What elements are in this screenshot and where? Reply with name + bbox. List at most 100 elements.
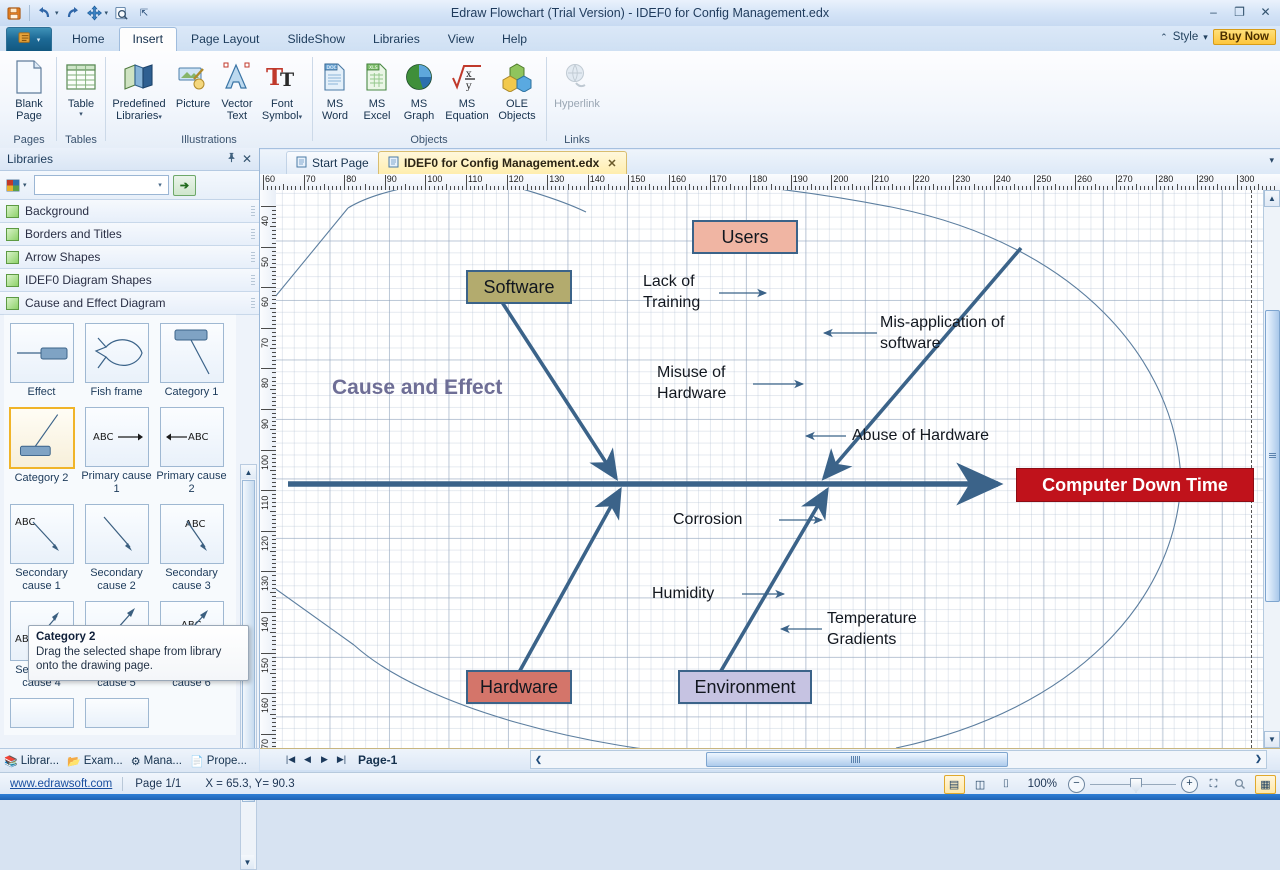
collapse-ribbon-icon[interactable]: ⌃: [1160, 32, 1168, 43]
category-box-hardware[interactable]: Hardware: [466, 670, 572, 704]
library-category-background[interactable]: Background: [0, 200, 259, 223]
ribbon-tab-view[interactable]: View: [434, 27, 488, 51]
first-page-button[interactable]: |◀: [282, 751, 299, 768]
font-symbol-dropdown-icon[interactable]: ▾: [299, 114, 303, 121]
drawing-canvas[interactable]: Cause and Effect Software Users Hardware…: [276, 190, 1264, 748]
vector-text-button[interactable]: Vector Text: [216, 55, 258, 122]
minimize-button[interactable]: –: [1205, 4, 1222, 19]
presentation-view-button[interactable]: ⌷: [996, 775, 1017, 794]
close-icon[interactable]: ✕: [239, 152, 255, 166]
ribbon-tab-slideshow[interactable]: SlideShow: [273, 27, 359, 51]
library-chooser-icon[interactable]: ▾: [6, 176, 30, 195]
undo-dropdown-icon[interactable]: ▾: [55, 9, 59, 17]
shape-item-effect[interactable]: Effect: [4, 315, 79, 399]
category-bone-hardware[interactable]: [515, 486, 622, 677]
predefined-libraries-button[interactable]: Predefined Libraries▾: [108, 55, 170, 124]
zoom-in-button[interactable]: +: [1181, 775, 1198, 793]
ribbon-tab-help[interactable]: Help: [488, 27, 541, 51]
shape-item-secondary-cause-2[interactable]: Secondary cause 2: [79, 496, 154, 593]
close-button[interactable]: ✕: [1257, 4, 1274, 19]
font-symbol-button[interactable]: TT Font Symbol▾: [258, 55, 306, 124]
zoom-slider-thumb[interactable]: [1130, 777, 1142, 793]
hscroll-left-icon[interactable]: ❮: [531, 752, 546, 767]
library-category-idef0-diagram-shapes[interactable]: IDEF0 Diagram Shapes: [0, 269, 259, 292]
search-input-wrapper[interactable]: ▾: [34, 175, 169, 195]
shape-item-secondary-cause-3[interactable]: ABC Secondary cause 3: [154, 496, 229, 593]
shape-item-primary-cause-2[interactable]: ABC Primary cause 2: [154, 399, 229, 496]
canvas-vertical-scrollbar[interactable]: ▲ ▼: [1263, 190, 1280, 748]
scroll-up-icon[interactable]: ▲: [241, 465, 256, 479]
edrawsoft-website-link[interactable]: www.edrawsoft.com: [0, 778, 122, 790]
save-icon[interactable]: [4, 3, 24, 23]
ribbon-tab-page-layout[interactable]: Page Layout: [177, 27, 273, 51]
ribbon-tab-home[interactable]: Home: [58, 27, 119, 51]
shape-item-partial-1[interactable]: [4, 690, 79, 728]
library-category-borders-and-titles[interactable]: Borders and Titles: [0, 223, 259, 246]
application-menu-button[interactable]: ▾: [6, 27, 52, 53]
page-tab-page-1[interactable]: Page-1: [350, 753, 405, 767]
diagram-title[interactable]: Cause and Effect: [332, 376, 502, 400]
search-dropdown-icon[interactable]: ▾: [152, 181, 168, 189]
zoom-slider-track[interactable]: [1090, 777, 1176, 793]
hscroll-right-icon[interactable]: ❯: [1251, 751, 1266, 766]
ole-objects-button[interactable]: OLE Objects: [494, 55, 540, 122]
bottom-tab-manage[interactable]: ⚙ Mana...: [127, 749, 186, 773]
pin-icon[interactable]: [223, 152, 239, 166]
zoom-icon[interactable]: [111, 3, 131, 23]
buy-now-button[interactable]: Buy Now: [1212, 29, 1276, 45]
category-bone-software[interactable]: [496, 295, 618, 482]
redo-icon[interactable]: [62, 3, 82, 23]
table-dropdown-icon[interactable]: ▾: [79, 110, 83, 118]
document-tab-close-icon[interactable]: ✕: [607, 157, 616, 170]
shape-item-primary-cause-1[interactable]: ABC Primary cause 1: [79, 399, 154, 496]
ms-word-button[interactable]: DOC MS Word: [314, 55, 356, 122]
normal-view-button[interactable]: ▤: [943, 774, 965, 794]
table-button[interactable]: Table ▾: [58, 55, 104, 118]
predefined-libraries-dropdown-icon[interactable]: ▾: [158, 114, 162, 121]
cause-label-corrosion[interactable]: Corrosion: [673, 509, 778, 530]
canvas-scroll-up-icon[interactable]: ▲: [1264, 190, 1280, 207]
document-tab-overflow-icon[interactable]: ▾: [1269, 155, 1274, 166]
document-tab-start-page[interactable]: Start Page: [286, 151, 379, 174]
shape-item-secondary-cause-1[interactable]: ABC Secondary cause 1: [4, 496, 79, 593]
cause-label-temperature-gradients[interactable]: Temperature Gradients: [827, 608, 947, 650]
qat-customize-icon[interactable]: ⇱: [134, 3, 154, 23]
bottom-tab-libraries[interactable]: 📚 Librar...: [0, 749, 63, 773]
shape-item-category-2[interactable]: Category 2: [4, 399, 79, 496]
style-dropdown-icon[interactable]: ▾: [1203, 32, 1208, 43]
bottom-tab-properties[interactable]: 📄 Prope...: [186, 749, 251, 773]
picture-button[interactable]: Picture: [170, 55, 216, 110]
cause-label-lack-of-training[interactable]: Lack of Training: [643, 271, 723, 313]
move-dropdown-icon[interactable]: ▾: [105, 9, 109, 17]
ribbon-tab-insert[interactable]: Insert: [118, 27, 177, 51]
horizontal-ruler[interactable]: 60 70 80 90 100 110 120 130 140 150 160 170 180 190 20…: [260, 174, 1280, 191]
canvas-horizontal-scrollbar[interactable]: ❮ ❯: [530, 750, 1267, 769]
cause-label-abuse-of-hardware[interactable]: Abuse of Hardware: [852, 425, 1032, 446]
effect-box-computer-down-time[interactable]: Computer Down Time: [1016, 468, 1254, 502]
ms-graph-button[interactable]: MS Graph: [398, 55, 440, 122]
canvas-vscroll-thumb[interactable]: [1265, 310, 1280, 602]
blank-page-button[interactable]: Blank Page: [2, 55, 56, 122]
category-box-users[interactable]: Users: [692, 220, 798, 254]
shape-item-fish-frame[interactable]: Fish frame: [79, 315, 154, 399]
style-menu-label[interactable]: Style: [1173, 31, 1199, 43]
search-go-button[interactable]: ➔: [173, 174, 196, 196]
prev-page-button[interactable]: ◀: [299, 751, 316, 768]
fit-page-button[interactable]: ⛶: [1203, 775, 1224, 794]
shape-item-category-1[interactable]: Category 1: [154, 315, 229, 399]
scroll-down-icon[interactable]: ▼: [241, 855, 254, 869]
vertical-ruler[interactable]: 40 50 60 70 80 90 100 110 120 130 140 150 160 170: [260, 190, 277, 748]
cause-label-mis-application-of-software[interactable]: Mis-application of software: [880, 312, 1025, 354]
hscroll-thumb[interactable]: [706, 752, 1008, 767]
canvas-scroll-down-icon[interactable]: ▼: [1264, 731, 1280, 748]
bottom-tab-examples[interactable]: 📂 Exam...: [63, 749, 127, 773]
next-page-button[interactable]: ▶: [316, 751, 333, 768]
zoom-region-button[interactable]: [1229, 775, 1250, 794]
ms-excel-button[interactable]: XLS MS Excel: [356, 55, 398, 122]
last-page-button[interactable]: ▶|: [333, 751, 350, 768]
search-input[interactable]: [35, 176, 152, 194]
move-icon[interactable]: [85, 3, 105, 23]
shape-item-partial-2[interactable]: [79, 690, 154, 728]
undo-icon[interactable]: [35, 3, 55, 23]
cause-label-misuse-of-hardware[interactable]: Misuse of Hardware: [657, 362, 753, 404]
